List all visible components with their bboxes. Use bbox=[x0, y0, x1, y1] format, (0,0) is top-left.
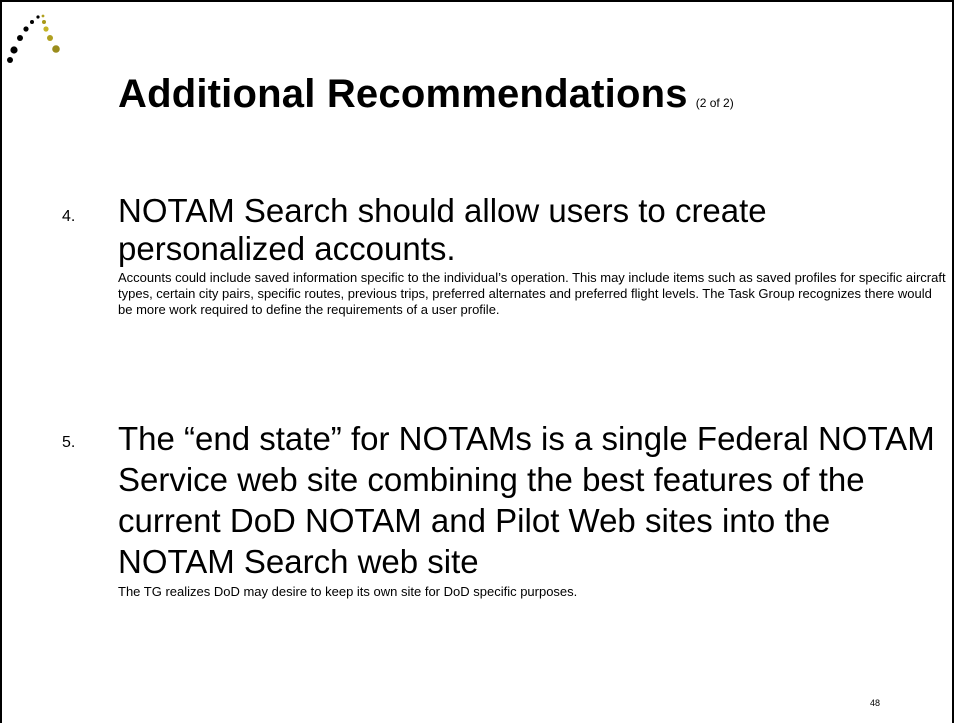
item-heading: NOTAM Search should allow users to creat… bbox=[118, 192, 767, 267]
item-number: 4. bbox=[62, 208, 76, 225]
item-heading: The “end state” for NOTAMs is a single F… bbox=[118, 420, 935, 580]
item-number: 5. bbox=[62, 434, 76, 451]
page-number: 48 bbox=[870, 698, 881, 708]
item-detail: The TG realizes DoD may desire to keep i… bbox=[118, 584, 578, 599]
item-detail: Accounts could include saved information… bbox=[118, 270, 946, 317]
title-text: Additional Recommendations bbox=[118, 72, 688, 116]
recommendation-item: 4. NOTAM Search should allow users to cr… bbox=[62, 192, 946, 318]
slide-title: Additional Recommendations (2 of 2) bbox=[118, 72, 734, 117]
slide: Additional Recommendations (2 of 2) 4. NO… bbox=[0, 0, 954, 723]
dotted-arc-logo-icon bbox=[7, 14, 60, 63]
recommendation-item: 5. The “end state” for NOTAMs is a singl… bbox=[62, 418, 942, 600]
title-suffix: (2 of 2) bbox=[695, 96, 734, 110]
